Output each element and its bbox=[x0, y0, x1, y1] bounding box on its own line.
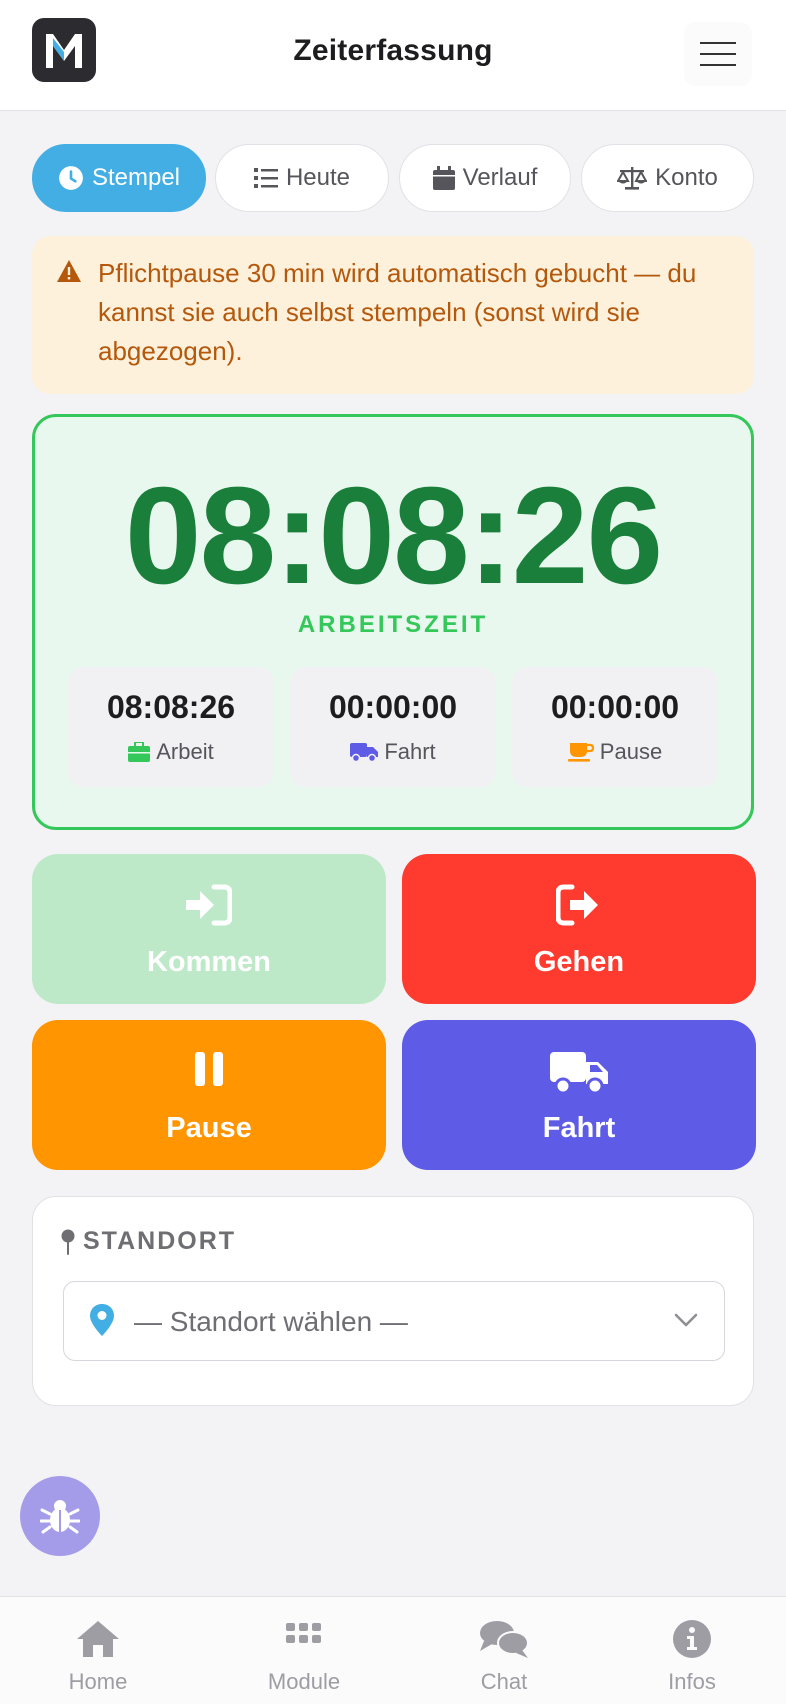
breakdown-arbeit: 08:08:26 Arbeit bbox=[68, 667, 274, 787]
pause-label: Pause bbox=[166, 1112, 252, 1144]
breakdown-time: 00:00:00 bbox=[550, 689, 680, 725]
scale-icon bbox=[617, 167, 648, 190]
work-time-label: ARBEITSZEIT bbox=[297, 611, 489, 638]
grid-icon bbox=[286, 1623, 321, 1643]
bottom-nav: Home Module Chat Infos bbox=[0, 1596, 786, 1704]
list-icon bbox=[253, 168, 278, 188]
breakdown-pause: 00:00:00 Pause bbox=[512, 667, 718, 787]
chat-icon bbox=[480, 1621, 529, 1658]
fahrt-button[interactable]: Fahrt bbox=[402, 1020, 756, 1170]
hamburger-menu-icon bbox=[700, 42, 736, 44]
nav-label: Home bbox=[68, 1669, 128, 1694]
breakdown-label: Pause bbox=[599, 739, 663, 764]
chevron-down-icon bbox=[674, 1313, 698, 1327]
nav-label: Chat bbox=[480, 1669, 528, 1694]
nav-chat[interactable]: Chat bbox=[424, 1611, 584, 1695]
bug-icon bbox=[40, 1500, 80, 1534]
breakdown-time: 08:08:26 bbox=[106, 689, 236, 725]
sign-out-icon bbox=[556, 884, 598, 926]
sign-in-icon bbox=[186, 884, 232, 926]
map-pin-icon bbox=[61, 1229, 75, 1255]
breakdown-label: Arbeit bbox=[156, 739, 214, 764]
nav-label: Module bbox=[267, 1669, 341, 1694]
briefcase-icon bbox=[128, 742, 151, 762]
kommen-label: Kommen bbox=[146, 946, 272, 978]
tab-verlauf[interactable]: Verlauf bbox=[399, 144, 571, 212]
tab-konto[interactable]: Konto bbox=[581, 144, 754, 212]
timer-card: 08:08:26 ARBEITSZEIT 08:08:26 Arbeit 00:… bbox=[32, 414, 754, 830]
nav-home[interactable]: Home bbox=[18, 1611, 178, 1695]
standort-title: STANDORT bbox=[83, 1227, 237, 1255]
nav-module[interactable]: Module bbox=[224, 1611, 384, 1695]
location-marker-icon bbox=[90, 1304, 114, 1336]
nav-label: Infos bbox=[668, 1669, 716, 1694]
gehen-button[interactable]: Gehen bbox=[402, 854, 756, 1004]
clock-icon bbox=[59, 166, 83, 190]
nav-infos[interactable]: Infos bbox=[612, 1611, 772, 1695]
tab-label: Heute bbox=[285, 164, 351, 191]
standort-card: STANDORT — Standort wählen — bbox=[32, 1196, 754, 1406]
tab-label: Konto bbox=[655, 164, 718, 191]
work-time-display: 08:08:26 bbox=[124, 459, 663, 613]
truck-icon bbox=[550, 1052, 608, 1095]
warning-icon bbox=[57, 260, 81, 282]
tab-heute[interactable]: Heute bbox=[215, 144, 389, 212]
calendar-icon bbox=[432, 166, 455, 190]
kommen-button[interactable]: Kommen bbox=[32, 854, 386, 1004]
app-header: Zeiterfassung bbox=[0, 0, 786, 111]
info-icon bbox=[673, 1620, 711, 1658]
pause-info-alert: Pflichtpause 30 min wird automatisch geb… bbox=[32, 236, 754, 394]
pause-button[interactable]: Pause bbox=[32, 1020, 386, 1170]
breakdown-time: 00:00:00 bbox=[328, 689, 458, 725]
tab-label: Stempel bbox=[91, 164, 181, 191]
breakdown-label: Fahrt bbox=[384, 739, 436, 764]
breakdown-fahrt: 00:00:00 Fahrt bbox=[290, 667, 496, 787]
truck-icon bbox=[350, 743, 379, 763]
coffee-icon bbox=[567, 743, 594, 762]
gehen-label: Gehen bbox=[533, 946, 625, 978]
tab-label: Verlauf bbox=[462, 164, 538, 191]
standort-select[interactable]: — Standort wählen — bbox=[63, 1281, 725, 1361]
fahrt-label: Fahrt bbox=[542, 1112, 616, 1144]
debug-button[interactable] bbox=[20, 1476, 100, 1556]
tab-stempel[interactable]: Stempel bbox=[32, 144, 206, 212]
standort-select-value: — Standort wählen — bbox=[134, 1306, 408, 1337]
home-icon bbox=[77, 1621, 119, 1657]
page-title: Zeiterfassung bbox=[293, 34, 493, 67]
menu-button[interactable] bbox=[684, 22, 752, 86]
pause-icon bbox=[195, 1052, 223, 1086]
alert-text: Pflichtpause 30 min wird automatisch geb… bbox=[98, 258, 697, 366]
